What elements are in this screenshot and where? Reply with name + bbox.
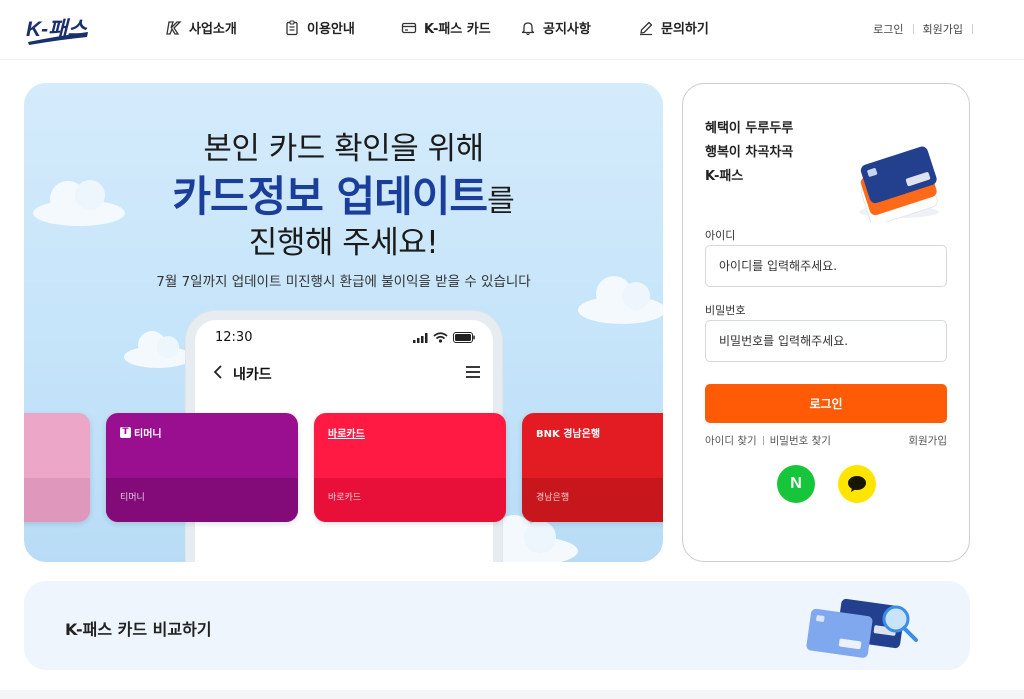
kakao-talk-icon [848,476,866,492]
nav-item-about[interactable]: 사업소개 [166,18,237,37]
divider [972,24,973,34]
id-label: 아이디 [705,229,736,242]
bell-icon [521,21,535,35]
login-slogan: 혜택이 두루두루 행복이 차곡차곡 K-패스 [705,121,794,184]
k-logo-icon [166,20,182,35]
card-pink[interactable] [24,413,90,522]
banner-highlight: 카드정보 업데이트 [172,172,488,221]
card-name: 경남은행 [536,493,570,503]
login-panel: 혜택이 두루두루 행복이 차곡차곡 K-패스 아이디 비밀번호 로그인 아이디 … [682,83,970,562]
banner-suffix: 를 [487,184,515,219]
k-pass-logo[interactable]: K-패스 [24,12,92,48]
auth-links: 로그인 회원가입 [873,21,982,37]
card-baro[interactable]: 바로카드 바로카드 [314,413,506,522]
banner-subtext: 7월 7일까지 업데이트 미진행시 환급에 불이익을 받을 수 있습니다 [156,274,531,290]
tmoney-logo-icon: T [120,427,131,438]
header-signup-link[interactable]: 회원가입 [923,21,963,37]
compare-title: K-패스 카드 비교하기 [65,620,212,639]
site-header: K-패스 사업소개 이용안내 K-패스 카드 공지사항 문의하기 로그인 회원가… [0,0,1024,60]
hamburger-menu-icon[interactable] [465,364,481,383]
signal-icon [413,332,428,343]
password-input[interactable] [705,320,947,362]
card-compare-illustration [806,598,918,658]
nav-label: 공지사항 [543,22,591,37]
footer-strip [0,690,1024,699]
nav-label: 사업소개 [189,22,237,37]
banner-headline-3: 진행해 주세요! [248,225,439,261]
card-icon [401,22,417,33]
divider [912,24,914,34]
find-id-link[interactable]: 아이디 찾기 [705,433,757,448]
phone-status-bar [413,332,475,343]
clipboard-icon [286,19,298,35]
card-tmoney[interactable]: T 티머니 티머니 [106,413,298,522]
card-brand: BNK 경남은행 [536,429,601,440]
nav-item-inquiry[interactable]: 문의하기 [638,18,709,37]
cloud-decoration [124,331,192,368]
join-link[interactable]: 회원가입 [908,433,947,448]
nav-item-notice[interactable]: 공지사항 [520,18,591,37]
nav-label: 이용안내 [307,22,355,37]
card-bnk[interactable]: BNK 경남은행 경남은행 [522,413,663,522]
card-brand: T 티머니 [120,425,162,440]
kakao-login-button[interactable] [838,465,876,503]
id-input[interactable] [705,245,947,287]
update-banner[interactable]: 본인 카드 확인을 위해 카드정보 업데이트를 진행해 주세요! 7월 7일까지… [24,83,663,562]
card-brand: 바로카드 [328,429,365,440]
card-name: 바로카드 [328,493,362,503]
login-button[interactable]: 로그인 [705,384,947,423]
pencil-icon [640,21,653,35]
chevron-left-icon[interactable] [213,364,223,384]
banner-headline-2: 카드정보 업데이트를 [24,163,663,224]
card-compare-section[interactable]: K-패스 카드 비교하기 [24,581,970,670]
header-login-link[interactable]: 로그인 [873,21,903,37]
phone-screen-title: 내카드 [233,367,272,383]
stacked-cards-illustration [859,146,939,222]
phone-time: 12:30 [215,330,253,345]
battery-icon [453,332,475,343]
naver-icon: N [790,475,802,492]
password-label: 비밀번호 [705,304,746,317]
wifi-icon [433,332,448,343]
find-account-links: 아이디 찾기 비밀번호 찾기 [705,433,831,448]
find-password-link[interactable]: 비밀번호 찾기 [770,433,831,448]
nav-item-guide[interactable]: 이용안내 [284,18,355,37]
banner-headline-1: 본인 카드 확인을 위해 [203,131,484,167]
nav-item-card[interactable]: K-패스 카드 [401,18,491,37]
nav-label: 문의하기 [661,22,709,37]
naver-login-button[interactable]: N [777,465,815,503]
divider [762,436,764,445]
nav-label: K-패스 카드 [424,22,491,37]
card-name: 티머니 [120,493,145,503]
